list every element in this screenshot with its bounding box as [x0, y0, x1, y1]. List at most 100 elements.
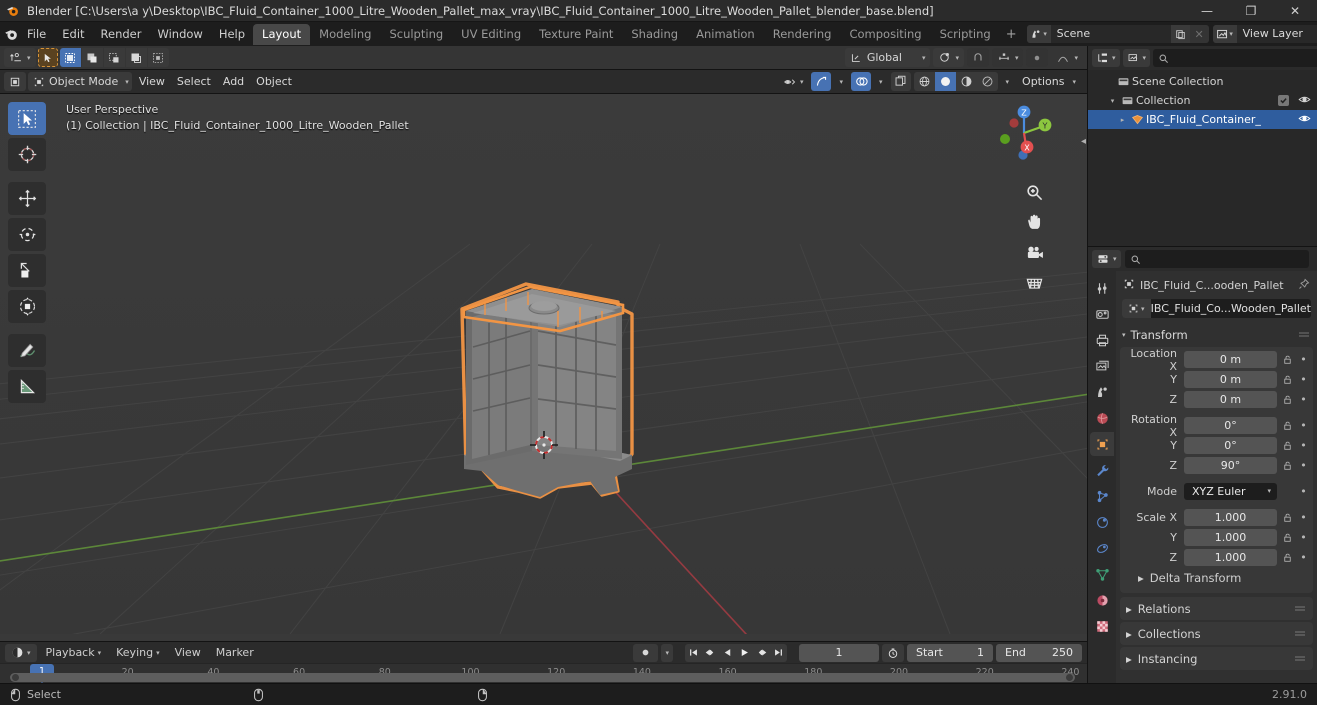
data-tab[interactable] [1090, 562, 1114, 586]
play-reverse-button[interactable] [719, 644, 736, 662]
lock-icon[interactable] [1281, 354, 1294, 365]
modifier-tab[interactable] [1090, 458, 1114, 482]
timeline-editor-type-icon[interactable]: ▾ [5, 643, 37, 662]
timeline-menu-marker[interactable]: Marker [210, 644, 260, 662]
view-layer-tab[interactable] [1090, 354, 1114, 378]
outliner-display-mode-dropdown[interactable]: ▾ [1122, 49, 1151, 67]
xray-toggle-icon[interactable] [890, 72, 911, 91]
scene-name[interactable]: Scene [1050, 25, 1171, 43]
viewport-menu-add[interactable]: Add [218, 72, 249, 91]
outliner-editor-type-icon[interactable]: ▾ [1092, 49, 1120, 67]
timeline-scrollbar[interactable] [0, 673, 1087, 683]
scale-x-row[interactable]: Scale X 1.000 • [1122, 508, 1309, 527]
jump-end-button[interactable] [770, 644, 787, 662]
rotation-y-value[interactable]: 0° [1184, 437, 1277, 454]
measure-tool[interactable] [8, 370, 46, 403]
animate-dot-icon[interactable]: • [1298, 551, 1309, 564]
view-layer-selector[interactable]: ▾ View Layer ✕ [1212, 25, 1317, 43]
lock-icon[interactable] [1281, 420, 1294, 431]
location-z-row[interactable]: Z 0 m • [1122, 390, 1309, 409]
location-y-row[interactable]: Y 0 m • [1122, 370, 1309, 389]
select-invert-icon[interactable] [125, 48, 147, 67]
minimize-button[interactable]: — [1185, 0, 1229, 22]
visibility-dropdown[interactable]: ▾ [778, 72, 809, 91]
output-tab[interactable] [1090, 328, 1114, 352]
timeline-menu-playback[interactable]: Playback ▾ [40, 644, 108, 662]
scale-z-value[interactable]: 1.000 [1184, 549, 1277, 566]
select-extend-icon[interactable] [81, 48, 103, 67]
workspace-tab-animation[interactable]: Animation [687, 24, 764, 45]
workspace-tab-modeling[interactable]: Modeling [310, 24, 380, 45]
shading-solid-icon[interactable] [934, 72, 956, 91]
properties-search[interactable] [1124, 250, 1309, 268]
workspace-tab-sculpting[interactable]: Sculpting [380, 24, 452, 45]
scale-y-value[interactable]: 1.000 [1184, 529, 1277, 546]
particles-tab[interactable] [1090, 484, 1114, 508]
ortho-persp-icon[interactable] [1024, 272, 1045, 293]
navigation-gizmo[interactable]: Z Y X [993, 102, 1055, 164]
current-frame-field[interactable]: 1 [799, 643, 879, 662]
frame-start-field[interactable]: Start 1 [907, 643, 993, 662]
select-intersect-icon[interactable] [147, 48, 169, 67]
workspace-tab-texture-paint[interactable]: Texture Paint [530, 24, 622, 45]
lock-icon[interactable] [1281, 552, 1294, 563]
tweak-tool[interactable] [8, 102, 46, 135]
auto-keying-toggle[interactable] [633, 643, 659, 662]
animate-dot-icon[interactable]: • [1298, 419, 1309, 432]
animate-dot-icon[interactable]: • [1298, 373, 1309, 386]
disclose-triangle[interactable]: ▾ [1106, 97, 1119, 105]
prev-keyframe-button[interactable] [702, 644, 719, 662]
lock-icon[interactable] [1281, 532, 1294, 543]
animate-dot-icon[interactable]: • [1298, 353, 1309, 366]
frame-end-field[interactable]: End 250 [996, 643, 1082, 662]
use-preview-range-icon[interactable] [882, 643, 904, 662]
object-data-icon-dropdown[interactable]: ▾ [1122, 299, 1151, 318]
animate-dot-icon[interactable]: • [1298, 459, 1309, 472]
menu-edit[interactable]: Edit [54, 24, 92, 44]
outliner-row-collection[interactable]: ▾ Collection [1088, 91, 1317, 110]
editor-type-selector[interactable] [4, 72, 26, 91]
3d-viewport[interactable]: User Perspective (1) Collection | IBC_Fl… [0, 94, 1087, 641]
rotation-x-value[interactable]: 0° [1184, 417, 1277, 434]
object-tab[interactable] [1090, 432, 1114, 456]
snap-magnet-icon[interactable] [966, 48, 989, 67]
timeline-menu-keying[interactable]: Keying ▾ [110, 644, 165, 662]
shading-mode-group[interactable] [913, 72, 998, 91]
workspace-tab-scripting[interactable]: Scripting [931, 24, 1000, 45]
outliner-row-scene-collection[interactable]: Scene Collection [1088, 72, 1317, 91]
camera-icon[interactable] [1024, 242, 1045, 263]
scale-y-row[interactable]: Y 1.000 • [1122, 528, 1309, 547]
eye-icon[interactable] [1298, 94, 1311, 108]
object-mode-dropdown[interactable]: Object Mode ▾ [28, 72, 132, 91]
disclose-triangle[interactable]: ▸ [1116, 116, 1129, 124]
lock-icon[interactable] [1281, 460, 1294, 471]
shading-rendered-icon[interactable] [977, 72, 998, 91]
object-id-field[interactable]: ▾ IBC_Fluid_Co...Wooden_Pallet [1122, 299, 1311, 318]
transform-orientation-dropdown[interactable]: Global ▾ [844, 48, 931, 67]
location-x-value[interactable]: 0 m [1184, 351, 1277, 368]
relations-panel[interactable]: ▸ Relations [1120, 597, 1313, 620]
render-tab[interactable] [1090, 302, 1114, 326]
eye-icon[interactable] [1298, 113, 1311, 127]
location-x-row[interactable]: Location X 0 m • [1122, 347, 1309, 373]
ibc-container-object[interactable] [440, 269, 665, 509]
rotation-x-row[interactable]: Rotation X 0° • [1122, 413, 1309, 439]
sidebar-collapse-icon[interactable]: ◂ [1081, 136, 1086, 147]
lock-icon[interactable] [1281, 394, 1294, 405]
show-gizmo-icon[interactable] [811, 72, 832, 91]
timeline-menu-view[interactable]: View [169, 644, 207, 662]
next-keyframe-button[interactable] [753, 644, 770, 662]
scale-x-value[interactable]: 1.000 [1184, 509, 1277, 526]
outliner-search-input[interactable] [1173, 51, 1317, 65]
shading-material-icon[interactable] [956, 72, 977, 91]
scene-selector[interactable]: ▾ Scene ✕ [1026, 25, 1209, 43]
maximize-button[interactable]: ❐ [1229, 0, 1273, 22]
select-mode-group[interactable] [59, 48, 169, 67]
rotation-y-row[interactable]: Y 0° • [1122, 436, 1309, 455]
rotation-z-value[interactable]: 90° [1184, 457, 1277, 474]
playback-controls[interactable] [685, 643, 787, 662]
blender-menu-icon[interactable] [4, 24, 19, 44]
viewport-menu-select[interactable]: Select [172, 72, 216, 91]
collections-panel[interactable]: ▸ Collections [1120, 622, 1313, 645]
menu-help[interactable]: Help [211, 24, 253, 44]
